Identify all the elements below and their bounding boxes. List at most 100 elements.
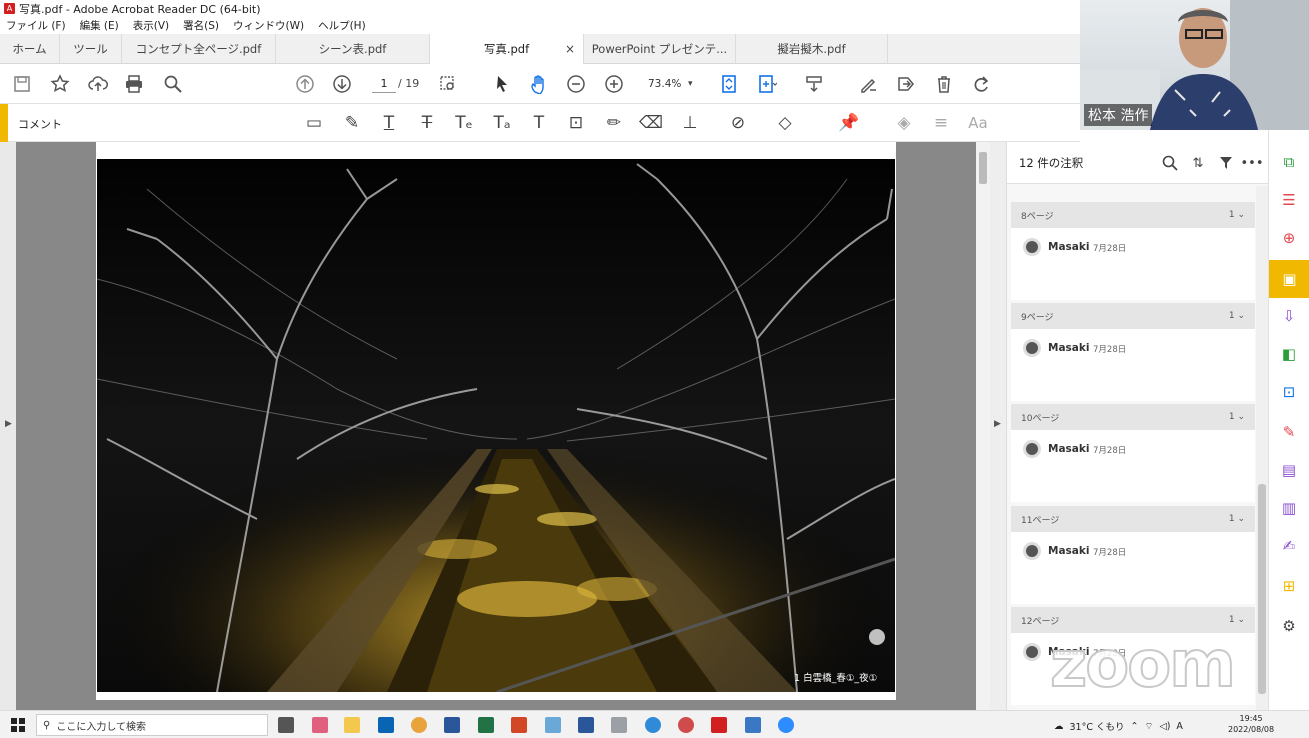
taskbar-clock[interactable]: 19:45 2022/08/08 [1228,713,1274,735]
comment-item[interactable]: Masaki 7月28日 [1011,532,1255,604]
zoom-dropdown-icon[interactable]: ▾ [688,75,693,93]
outlook-icon[interactable] [378,717,394,733]
tab-powerpoint-pdf[interactable]: PowerPoint プレゼンテ... [584,34,736,64]
comment-group-header[interactable]: 9ページ 1 ⌄ [1011,303,1255,329]
previous-page-icon[interactable] [293,72,317,96]
sticky-note-icon[interactable]: ▭ [302,112,326,134]
weather-icon[interactable]: ☁ [1054,721,1064,732]
close-tab-icon[interactable]: × [565,42,575,56]
menu-file[interactable]: ファイル (F) [6,18,66,33]
underline-text-icon[interactable]: T [377,112,401,134]
zoom-search-icon[interactable] [161,72,185,96]
photos-icon[interactable] [745,717,761,733]
redo-icon[interactable] [969,72,993,96]
comments-scrollbar[interactable] [1256,186,1268,710]
compare-icon[interactable]: ◧ [1277,342,1301,366]
taskbar-search[interactable]: ⚲ ここに入力して検索 [36,714,268,736]
sort-icon[interactable]: ⇅ [1189,154,1207,172]
menu-sign[interactable]: 署名(S) [183,18,219,33]
task-view-icon[interactable] [278,717,294,733]
highlight-icon[interactable]: ✎ [340,112,364,134]
acrobat-icon[interactable] [711,717,727,733]
font-icon[interactable]: Aa [966,112,990,134]
weather-text[interactable]: 31°C くもり [1070,719,1125,733]
menu-help[interactable]: ヘルプ(H) [318,18,366,33]
scroll-mode-icon[interactable] [802,72,826,96]
request-signature-icon[interactable]: ✍ [1277,534,1301,558]
filter-icon[interactable] [1217,154,1235,172]
document-scrollbar[interactable] [976,142,990,710]
edit-pdf-icon[interactable]: ▤ [1277,458,1301,482]
marquee-zoom-icon[interactable] [436,72,460,96]
replace-text-icon[interactable]: Tₑ [452,112,476,134]
network-icon[interactable]: ⌔ [1144,721,1153,732]
select-cursor-icon[interactable] [490,72,514,96]
share-icon[interactable] [894,72,918,96]
fill-color-icon[interactable]: ◈ [892,112,916,134]
insert-text-icon[interactable]: Tₐ [490,112,514,134]
app-icon[interactable] [545,717,561,733]
page-number-input[interactable]: 1 [372,75,396,93]
menu-view[interactable]: 表示(V) [133,18,169,33]
eraser-icon[interactable]: ⌫ [639,112,663,134]
comment-item[interactable]: Masaki 7月28日 [1011,329,1255,401]
pin-icon[interactable]: 📌 [837,112,861,134]
stamp-icon[interactable]: ⊥ [678,112,702,134]
protect-icon[interactable]: ▥ [1277,496,1301,520]
edge-icon[interactable] [645,717,661,733]
next-page-icon[interactable] [330,72,354,96]
organize-pages-icon[interactable]: ☰ [1277,188,1301,212]
star-icon[interactable] [48,72,72,96]
create-pdf-icon[interactable]: ⊕ [1277,226,1301,250]
file-explorer-icon[interactable] [344,717,360,733]
volume-icon[interactable]: ◁) [1159,721,1170,732]
collapse-panel-icon[interactable]: ▶ [994,419,1001,429]
menu-edit[interactable]: 編集 (E) [80,18,119,33]
tab-photo-pdf[interactable]: 写真.pdf × [430,34,584,64]
powerpoint-icon[interactable] [511,717,527,733]
line-weight-icon[interactable]: ≡ [929,112,953,134]
add-text-icon[interactable]: T [527,112,551,134]
save-icon[interactable] [10,72,34,96]
strikethrough-icon[interactable]: T [415,112,439,134]
fill-sign-icon[interactable]: ✎ [1277,420,1301,444]
zoom-icon[interactable] [778,717,794,733]
comment-tool-icon[interactable]: ▣ [1269,260,1309,298]
tab-giganigiboku-pdf[interactable]: 擬岩擬木.pdf [736,34,888,64]
scan-icon[interactable]: ⊡ [1277,380,1301,404]
shapes-icon[interactable]: ◇ [773,112,797,134]
more-options-icon[interactable]: ••• [1241,154,1264,172]
ime-indicator[interactable]: A [1176,721,1183,732]
zoom-level[interactable]: 73.4% [648,75,681,93]
export-pdf-icon[interactable]: ⧉ [1277,150,1301,174]
delete-icon[interactable] [932,72,956,96]
zoom-in-icon[interactable] [602,72,626,96]
pencil-icon[interactable]: ✏ [602,112,626,134]
send-review-icon[interactable]: ⇩ [1277,304,1301,328]
cloud-upload-icon[interactable] [86,72,110,96]
zoom-out-icon[interactable] [564,72,588,96]
print-icon[interactable] [122,72,146,96]
certificate-icon[interactable]: ⊞ [1277,574,1301,598]
chrome-icon[interactable] [678,717,694,733]
chrome-icon[interactable] [411,717,427,733]
app-icon[interactable] [578,717,594,733]
hand-tool-icon[interactable] [527,72,551,96]
text-box-icon[interactable]: ⊡ [564,112,588,134]
tab-home[interactable]: ホーム [0,34,60,64]
document-scroll-thumb[interactable] [979,152,987,184]
tab-concept-pdf[interactable]: コンセプト全ページ.pdf [122,34,276,64]
panel-collapse-strip[interactable]: ▶ [990,142,1006,710]
comments-scroll-thumb[interactable] [1258,484,1266,694]
expand-left-icon[interactable]: ▶ [5,419,12,429]
tab-scene-pdf[interactable]: シーン表.pdf [276,34,430,64]
comment-group-header[interactable]: 11ページ 1 ⌄ [1011,506,1255,532]
comment-group-header[interactable]: 10ページ 1 ⌄ [1011,404,1255,430]
tab-tools[interactable]: ツール [60,34,122,64]
comment-group-header[interactable]: 8ページ 1 ⌄ [1011,202,1255,228]
page-display-icon[interactable] [755,72,779,96]
more-tools-icon[interactable]: ⚙ [1277,614,1301,638]
windows-start-icon[interactable] [10,717,26,733]
chevron-up-icon[interactable]: ⌃ [1131,721,1139,732]
comment-item[interactable]: Masaki 7月28日 [1011,430,1255,502]
